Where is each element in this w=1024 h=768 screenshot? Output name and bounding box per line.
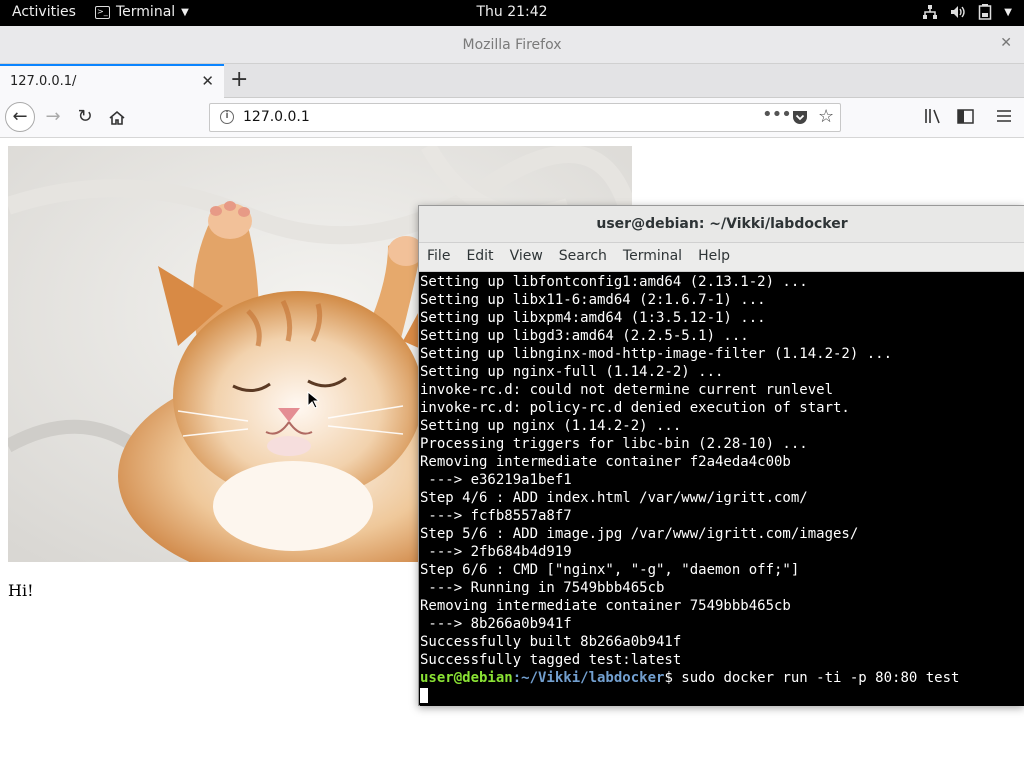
- app-menu[interactable]: >_ Terminal ▼: [95, 4, 189, 20]
- terminal-line: Step 6/6 : CMD ["nginx", "-g", "daemon o…: [420, 562, 800, 578]
- prompt-path: :~/Vikki/labdocker: [512, 670, 665, 686]
- window-title: Mozilla Firefox: [462, 37, 562, 53]
- reload-button[interactable]: ↻: [71, 104, 99, 132]
- prompt-command: sudo docker run -ti -p 80:80 test: [672, 670, 960, 686]
- pocket-icon[interactable]: [792, 110, 808, 125]
- terminal-line: ---> 2fb684b4d919: [420, 544, 572, 560]
- terminal-menubar: File Edit View Search Terminal Help: [419, 243, 1024, 272]
- page-actions-icon[interactable]: •••: [762, 104, 792, 125]
- menu-search[interactable]: Search: [551, 243, 615, 271]
- terminal-title[interactable]: user@debian: ~/Vikki/labdocker: [419, 206, 1024, 243]
- battery-icon: [979, 4, 992, 20]
- library-icon[interactable]: [924, 108, 942, 124]
- volume-icon: [951, 6, 965, 18]
- menu-terminal[interactable]: Terminal: [615, 243, 690, 271]
- url-bar[interactable]: i 127.0.0.1 ••• ☆: [209, 103, 841, 132]
- mouse-pointer-icon: [307, 391, 319, 409]
- app-menu-label: Terminal: [116, 4, 176, 20]
- menu-file[interactable]: File: [419, 243, 458, 271]
- chevron-down-icon: ▼: [181, 6, 189, 18]
- terminal-line: invoke-rc.d: policy-rc.d denied executio…: [420, 400, 850, 416]
- close-window-icon[interactable]: ✕: [1000, 35, 1012, 51]
- terminal-line: invoke-rc.d: could not determine current…: [420, 382, 834, 398]
- info-icon[interactable]: i: [220, 110, 234, 124]
- terminal-window[interactable]: user@debian: ~/Vikki/labdocker File Edit…: [418, 205, 1024, 706]
- network-icon: [923, 5, 938, 19]
- menu-edit[interactable]: Edit: [458, 243, 501, 271]
- new-tab-button[interactable]: +: [230, 67, 248, 92]
- home-button[interactable]: [103, 104, 131, 132]
- page-text: Hi!: [8, 581, 34, 600]
- terminal-line: Successfully tagged test:latest: [420, 652, 682, 668]
- terminal-line: Setting up nginx-full (1.14.2-2) ...: [420, 364, 724, 380]
- menu-help[interactable]: Help: [690, 243, 738, 271]
- clock[interactable]: Thu 21:42: [476, 4, 547, 20]
- menu-view[interactable]: View: [502, 243, 551, 271]
- bookmark-star-icon[interactable]: ☆: [818, 106, 834, 127]
- prompt-symbol: $: [664, 670, 673, 686]
- back-button[interactable]: ←: [5, 102, 35, 132]
- close-tab-icon[interactable]: ✕: [201, 72, 214, 90]
- tab-active[interactable]: 127.0.0.1/ ✕: [0, 64, 224, 98]
- sidebar-icon[interactable]: [957, 109, 974, 124]
- hamburger-menu-icon[interactable]: [996, 109, 1012, 123]
- system-tray[interactable]: ▼: [922, 4, 1012, 20]
- terminal-line: ---> fcfb8557a8f7: [420, 508, 572, 524]
- terminal-line: Processing triggers for libc-bin (2.28-1…: [420, 436, 808, 452]
- terminal-line: ---> e36219a1bef1: [420, 472, 572, 488]
- prompt-line: user@debian:~/Vikki/labdocker$ sudo dock…: [420, 669, 1024, 687]
- terminal-line: Removing intermediate container 7549bbb4…: [420, 598, 791, 614]
- terminal-line: Step 5/6 : ADD image.jpg /var/www/igritt…: [420, 526, 859, 542]
- terminal-line: Setting up libx11-6:amd64 (2:1.6.7-1) ..…: [420, 292, 766, 308]
- tab-strip: 127.0.0.1/ ✕ +: [0, 64, 1024, 98]
- terminal-line: Setting up libnginx-mod-http-image-filte…: [420, 346, 893, 362]
- terminal-line: Step 4/6 : ADD index.html /var/www/igrit…: [420, 490, 808, 506]
- forward-button[interactable]: →: [39, 104, 67, 132]
- terminal-output[interactable]: Setting up libfontconfig1:amd64 (2.13.1-…: [420, 272, 1024, 706]
- terminal-line: Successfully built 8b266a0b941f: [420, 634, 682, 650]
- terminal-line: Setting up libgd3:amd64 (2.2.5-5.1) ...: [420, 328, 749, 344]
- activities-button[interactable]: Activities: [12, 4, 76, 20]
- terminal-line: Setting up nginx (1.14.2-2) ...: [420, 418, 682, 434]
- terminal-line: ---> Running in 7549bbb465cb: [420, 580, 665, 596]
- top-bar: Activities >_ Terminal ▼ Thu 21:42 ▼: [0, 0, 1024, 26]
- terminal-line: Setting up libfontconfig1:amd64 (2.13.1-…: [420, 274, 808, 290]
- cursor-line: [420, 687, 1024, 705]
- terminal-line: Removing intermediate container f2a4eda4…: [420, 454, 791, 470]
- prompt-user: user@debian: [420, 670, 513, 686]
- firefox-titlebar[interactable]: Mozilla Firefox ✕: [0, 26, 1024, 64]
- terminal-line: ---> 8b266a0b941f: [420, 616, 572, 632]
- chevron-down-icon: ▼: [1004, 6, 1012, 18]
- terminal-line: Setting up libxpm4:amd64 (1:3.5.12-1) ..…: [420, 310, 766, 326]
- home-icon: [109, 110, 125, 125]
- url-text[interactable]: 127.0.0.1: [243, 109, 310, 125]
- tab-label: 127.0.0.1/: [10, 74, 77, 89]
- navigation-toolbar: ← → ↻ i 127.0.0.1 ••• ☆: [0, 98, 1024, 138]
- terminal-icon: >_: [95, 5, 110, 19]
- text-cursor: [420, 688, 428, 703]
